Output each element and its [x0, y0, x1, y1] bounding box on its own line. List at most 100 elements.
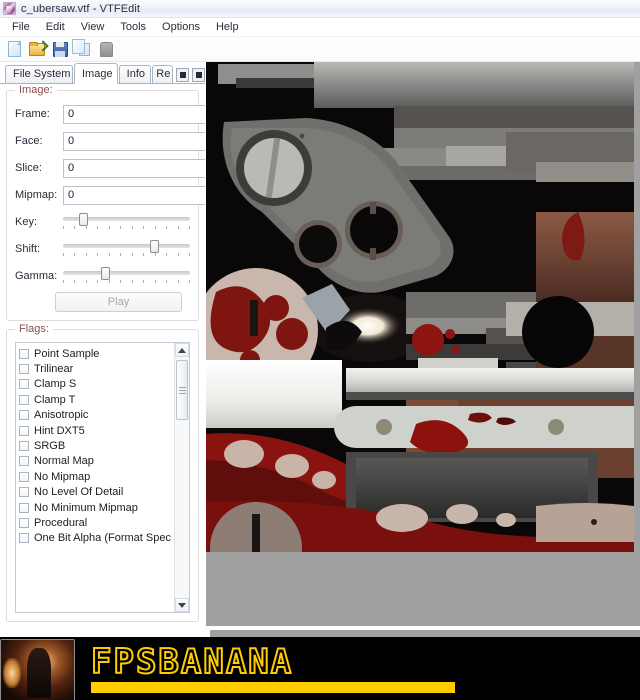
- tab-file-system[interactable]: File System: [5, 65, 73, 83]
- open-file-button[interactable]: [29, 41, 46, 58]
- shift-row: Shift:: [15, 238, 190, 260]
- menu-item-tools[interactable]: Tools: [112, 19, 154, 35]
- gamma-slider-thumb[interactable]: [100, 267, 110, 280]
- flag-item[interactable]: Point Sample: [19, 346, 174, 361]
- window-title: c_ubersaw.vtf - VTFEdit: [21, 2, 141, 15]
- flag-checkbox[interactable]: [19, 471, 29, 482]
- flag-item[interactable]: Clamp S: [19, 377, 174, 392]
- menu-item-options[interactable]: Options: [154, 19, 208, 35]
- flag-checkbox[interactable]: [19, 348, 29, 359]
- tab-scroll-right-button[interactable]: [192, 68, 205, 82]
- key-slider-thumb[interactable]: [79, 213, 89, 226]
- flag-label: No Mipmap: [34, 470, 91, 483]
- tab-image[interactable]: Image: [74, 63, 118, 84]
- flag-checkbox[interactable]: [19, 394, 29, 405]
- flag-item[interactable]: Hint DXT5: [19, 423, 174, 438]
- slider-tick: [108, 226, 110, 229]
- flag-item[interactable]: Trilinear: [19, 361, 174, 376]
- vtfedit-app-icon: [3, 2, 16, 15]
- flag-checkbox[interactable]: [19, 502, 29, 513]
- flag-item[interactable]: No Level Of Detail: [19, 485, 174, 500]
- slice-spinner[interactable]: [63, 158, 205, 178]
- face-input[interactable]: [63, 131, 205, 151]
- tab-scroll-left-button[interactable]: [176, 68, 189, 82]
- copy-button[interactable]: [75, 41, 92, 58]
- preview-bottom-fill: [210, 630, 640, 637]
- bottom-strip: [0, 630, 640, 637]
- flag-item[interactable]: No Mipmap: [19, 469, 174, 484]
- flag-checkbox[interactable]: [19, 425, 29, 436]
- menubar: File Edit View Tools Options Help: [0, 18, 640, 37]
- flag-checkbox[interactable]: [19, 517, 29, 528]
- texture-preview-pane[interactable]: [205, 62, 640, 626]
- flag-label: Clamp T: [34, 393, 76, 406]
- flag-checkbox[interactable]: [19, 379, 29, 390]
- tab-resources[interactable]: Re: [152, 65, 173, 83]
- watermark-text: FPSBANANA: [90, 642, 294, 682]
- slider-tick: [85, 253, 87, 256]
- flag-checkbox[interactable]: [19, 533, 29, 544]
- slider-tick: [177, 280, 179, 283]
- tab-info[interactable]: Info: [118, 65, 152, 83]
- menu-item-view[interactable]: View: [73, 19, 113, 35]
- flags-listbox[interactable]: Point Sample Trilinear Clamp S Clamp T Aniso…: [15, 342, 190, 613]
- scroll-up-button[interactable]: [175, 343, 189, 357]
- shift-slider[interactable]: [63, 238, 190, 260]
- flag-item[interactable]: One Bit Alpha (Format Spec: [19, 531, 174, 546]
- face-row: Face:: [15, 130, 205, 152]
- flag-label: Anisotropic: [34, 409, 89, 422]
- flags-scrollbar[interactable]: [174, 343, 189, 612]
- flag-item[interactable]: Anisotropic: [19, 408, 174, 423]
- gamma-label: Gamma:: [15, 270, 58, 282]
- scroll-down-button[interactable]: [175, 598, 189, 612]
- frame-row: Frame:: [15, 103, 205, 125]
- flag-label: Normal Map: [34, 455, 94, 468]
- face-spinner[interactable]: [63, 131, 205, 151]
- gamma-slider[interactable]: [63, 265, 190, 287]
- new-file-button[interactable]: [6, 40, 23, 58]
- scrollbar-thumb[interactable]: [176, 360, 188, 420]
- face-label: Face:: [15, 135, 43, 147]
- flag-checkbox[interactable]: [19, 487, 29, 498]
- gamma-row: Gamma:: [15, 265, 190, 287]
- slider-tick: [74, 280, 76, 283]
- watermark-bar: [91, 682, 455, 693]
- slider-tick: [177, 253, 179, 256]
- save-file-button[interactable]: [52, 41, 69, 58]
- play-button[interactable]: Play: [55, 292, 182, 312]
- frame-label: Frame:: [15, 108, 50, 120]
- slider-tick: [74, 226, 76, 229]
- mipmap-input[interactable]: [63, 185, 205, 205]
- flag-item[interactable]: Normal Map: [19, 454, 174, 469]
- flag-item[interactable]: SRGB: [19, 438, 174, 453]
- key-slider[interactable]: [63, 211, 190, 233]
- frame-input[interactable]: [63, 104, 205, 124]
- flag-checkbox[interactable]: [19, 410, 29, 421]
- scrollbar-track[interactable]: [175, 357, 189, 598]
- export-button[interactable]: [98, 41, 115, 58]
- flags-list: Point Sample Trilinear Clamp S Clamp T Aniso…: [16, 343, 174, 612]
- new-file-icon: [8, 40, 21, 57]
- menu-item-edit[interactable]: Edit: [38, 19, 73, 35]
- flag-checkbox[interactable]: [19, 441, 29, 452]
- slider-tick: [154, 280, 156, 283]
- slider-tick: [188, 253, 190, 256]
- menu-item-file[interactable]: File: [4, 19, 38, 35]
- shift-slider-thumb[interactable]: [150, 240, 160, 253]
- watermark-logo: FPSBANANA: [75, 642, 640, 693]
- flag-checkbox[interactable]: [19, 456, 29, 467]
- flag-item[interactable]: Clamp T: [19, 392, 174, 407]
- menu-item-help[interactable]: Help: [208, 19, 247, 35]
- flag-checkbox[interactable]: [19, 364, 29, 375]
- slider-tick: [188, 226, 190, 229]
- slider-tick: [166, 226, 168, 229]
- flag-label: SRGB: [34, 440, 66, 453]
- flags-group: Flags: Point Sample Trilinear Clamp S Clamp…: [6, 323, 199, 622]
- slice-input[interactable]: [63, 158, 205, 178]
- slider-tick: [108, 253, 110, 256]
- frame-spinner[interactable]: [63, 104, 205, 124]
- mipmap-spinner[interactable]: [63, 185, 205, 205]
- flag-item[interactable]: No Minimum Mipmap: [19, 500, 174, 515]
- flag-item[interactable]: Procedural: [19, 515, 174, 530]
- flag-label: Procedural: [34, 516, 88, 529]
